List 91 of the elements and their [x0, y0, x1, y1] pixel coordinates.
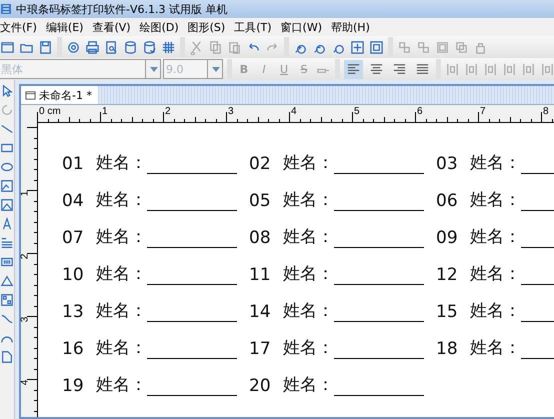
- name-label[interactable]: 姓名：: [96, 373, 147, 396]
- window-title: 中琅条码标签打印软件-V6.1.3 试用版 单机: [16, 2, 228, 16]
- name-label[interactable]: 姓名：: [283, 225, 334, 248]
- label-number[interactable]: 05: [249, 191, 283, 211]
- qr-icon[interactable]: [0, 293, 14, 307]
- name-label[interactable]: 姓名：: [96, 188, 147, 211]
- name-label[interactable]: 姓名：: [283, 151, 334, 174]
- name-label[interactable]: 姓名：: [283, 262, 334, 285]
- menu-item[interactable]: 编辑(E): [46, 20, 84, 34]
- toolbar-separator: [227, 59, 232, 79]
- label-number[interactable]: 09: [436, 228, 470, 248]
- ellipse-icon[interactable]: [0, 160, 14, 174]
- name-label[interactable]: 姓名：: [283, 336, 334, 359]
- label-number[interactable]: 03: [436, 154, 470, 174]
- line-icon[interactable]: [0, 122, 14, 136]
- label-number[interactable]: 04: [62, 191, 96, 211]
- name-label[interactable]: 姓名：: [470, 225, 521, 248]
- menu-item[interactable]: 绘图(D): [140, 20, 179, 34]
- name-label[interactable]: 姓名：: [283, 188, 334, 211]
- label-number[interactable]: 17: [249, 339, 283, 359]
- name-label[interactable]: 姓名：: [283, 299, 334, 322]
- toolbar-separator: [436, 59, 441, 79]
- align-icon[interactable]: [344, 60, 363, 78]
- fit-icon[interactable]: [350, 40, 365, 54]
- ruler-label: 8: [543, 106, 549, 117]
- name-label[interactable]: 姓名：: [470, 262, 521, 285]
- rich-text-icon[interactable]: [0, 236, 14, 250]
- image-icon[interactable]: [0, 179, 14, 193]
- menu-item[interactable]: 图形(S): [188, 20, 226, 34]
- window-icon[interactable]: [0, 40, 15, 54]
- name-label[interactable]: 姓名：: [96, 151, 147, 174]
- barcode-icon[interactable]: [0, 255, 14, 269]
- name-label[interactable]: 姓名：: [470, 299, 521, 322]
- picture-icon[interactable]: [0, 198, 14, 212]
- app-icon: [0, 3, 12, 15]
- label-number[interactable]: 06: [436, 191, 470, 211]
- database-icon[interactable]: [123, 40, 138, 54]
- curve-icon[interactable]: [0, 312, 14, 326]
- rect-icon[interactable]: [0, 141, 14, 155]
- ruler-label: 3: [228, 106, 234, 117]
- label-number[interactable]: 07: [62, 228, 96, 248]
- ruler-label: 7: [480, 106, 486, 117]
- name-label[interactable]: 姓名：: [470, 336, 521, 359]
- label-number[interactable]: 13: [62, 302, 96, 322]
- label-number[interactable]: 19: [62, 376, 96, 396]
- ruler-label: 3: [19, 316, 30, 322]
- text-icon[interactable]: [0, 217, 14, 231]
- label-number[interactable]: 20: [249, 376, 283, 396]
- toolbar-separator: [335, 59, 340, 79]
- label-number[interactable]: 15: [436, 302, 470, 322]
- ruler-label: 5: [354, 106, 360, 117]
- grid-icon[interactable]: [161, 40, 176, 54]
- name-label[interactable]: 姓名：: [283, 373, 334, 396]
- label-number[interactable]: 18: [436, 339, 470, 359]
- name-label[interactable]: 姓名：: [96, 299, 147, 322]
- ruler-label: 4: [19, 380, 30, 386]
- ruler-label: 2: [165, 106, 171, 117]
- triangle-icon[interactable]: [0, 274, 14, 288]
- ruler-label: 2: [19, 254, 30, 260]
- name-label[interactable]: 姓名：: [470, 151, 521, 174]
- label-number[interactable]: 12: [436, 265, 470, 285]
- label-number[interactable]: 08: [249, 228, 283, 248]
- name-label[interactable]: 姓名：: [96, 262, 147, 285]
- ruler-label: 1: [102, 106, 108, 117]
- label-number[interactable]: 01: [62, 154, 96, 174]
- menu-item[interactable]: 窗口(W): [280, 20, 322, 34]
- label-number[interactable]: 16: [62, 339, 96, 359]
- name-label[interactable]: 姓名：: [96, 225, 147, 248]
- ruler-label: 4: [291, 106, 297, 117]
- polygon-icon[interactable]: [0, 350, 14, 364]
- ruler-label: 1: [19, 190, 30, 196]
- label-number[interactable]: 14: [249, 302, 283, 322]
- fit-page-icon[interactable]: [369, 40, 384, 54]
- pointer-icon[interactable]: [0, 84, 14, 98]
- menu-item[interactable]: 帮助(H): [331, 20, 370, 34]
- menu-item[interactable]: 文件(F): [0, 20, 37, 34]
- save-icon[interactable]: [38, 40, 53, 54]
- printer-icon[interactable]: [85, 40, 100, 54]
- database-check-icon[interactable]: [142, 40, 157, 54]
- ruler-label: 6: [417, 106, 423, 117]
- ruler-label: 0 cm: [39, 106, 61, 117]
- label-number[interactable]: 10: [62, 265, 96, 285]
- label-number[interactable]: 02: [249, 154, 283, 174]
- name-label[interactable]: 姓名：: [470, 188, 521, 211]
- menu-item[interactable]: 工具(T): [234, 20, 272, 34]
- preview-icon[interactable]: [104, 40, 119, 54]
- document-tab[interactable]: 未命名-1 *: [21, 86, 98, 104]
- label-number[interactable]: 11: [249, 265, 283, 285]
- name-label[interactable]: 姓名：: [96, 336, 147, 359]
- menu-item[interactable]: 查看(V): [92, 20, 131, 34]
- window-icon: [25, 90, 36, 100]
